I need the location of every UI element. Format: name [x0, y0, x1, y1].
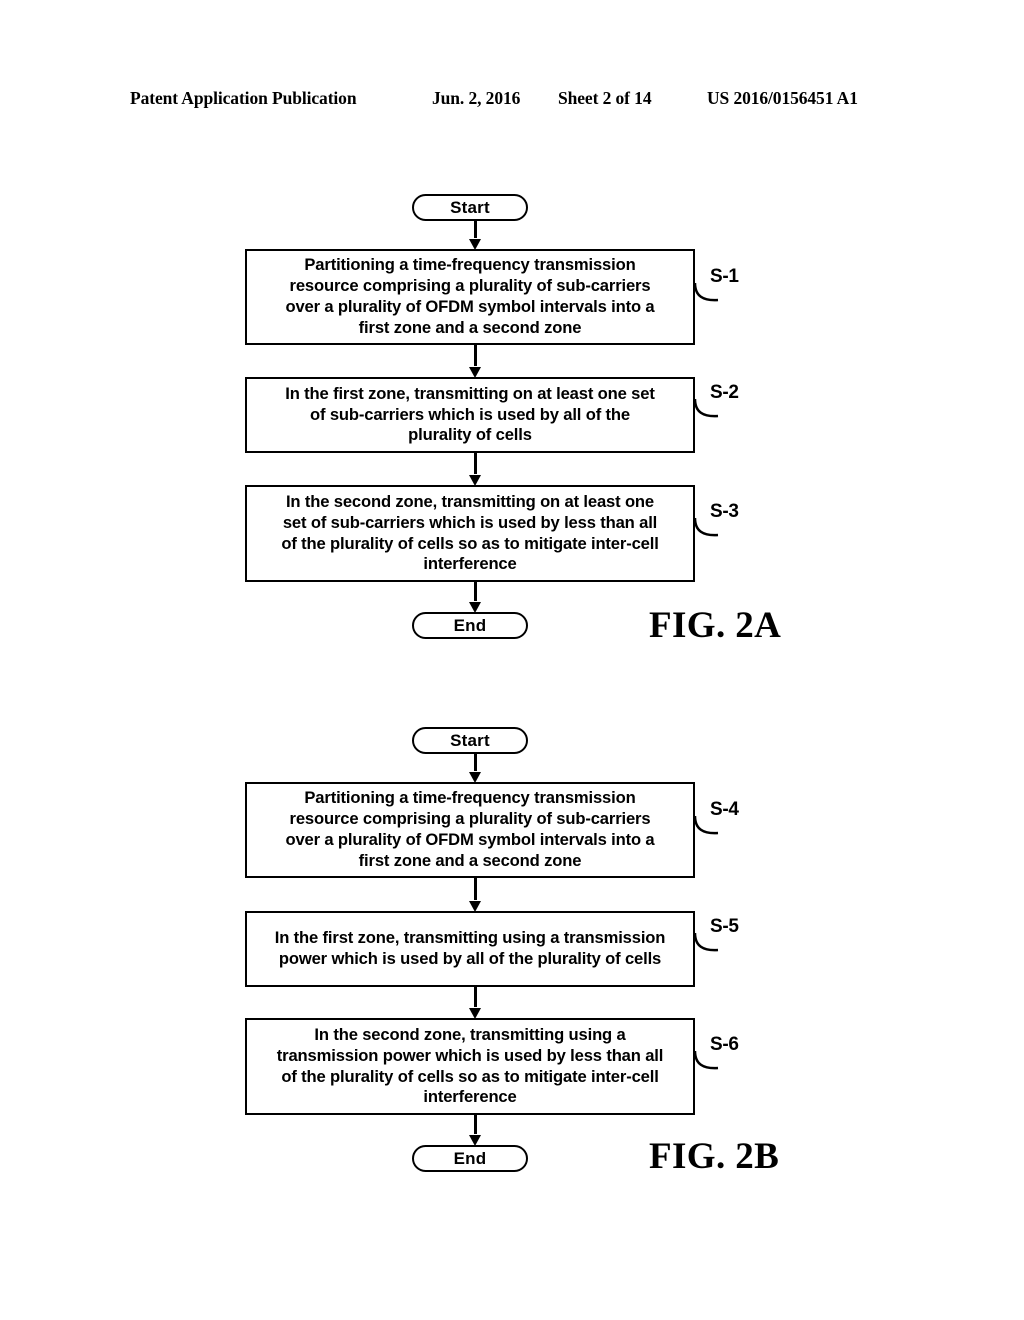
- connector-stem: [474, 582, 477, 601]
- figure-caption-2b: FIG. 2B: [649, 1136, 780, 1177]
- connector-stem: [474, 1115, 477, 1134]
- terminator-end-label: End: [453, 616, 487, 635]
- connector-stem: [474, 878, 477, 900]
- terminator-start-label: Start: [450, 198, 490, 217]
- step-reference-s-4: S-4: [710, 799, 739, 820]
- step-reference-s-2: S-2: [710, 382, 739, 403]
- terminator-end-label: End: [453, 1149, 487, 1168]
- process-box-s-2-text: In the first zone, transmitting on at le…: [285, 383, 655, 445]
- connector-step-1-to-step-2: [468, 345, 482, 378]
- terminator-end: End: [412, 612, 528, 639]
- terminator-end: End: [412, 1145, 528, 1172]
- process-box-s-1: Partitioning a time-frequency transmissi…: [245, 249, 695, 345]
- connector-stem: [474, 453, 477, 474]
- process-box-s-3: In the second zone, transmitting on at l…: [245, 485, 695, 582]
- connector-step-5-to-step-6: [468, 987, 482, 1019]
- process-box-s-6: In the second zone, transmitting using a…: [245, 1018, 695, 1115]
- connector-step-2-to-step-3: [468, 453, 482, 486]
- process-box-s-4-text: Partitioning a time-frequency transmissi…: [285, 788, 655, 870]
- step-reference-s-6: S-6: [710, 1034, 739, 1055]
- connector-stem: [474, 987, 477, 1007]
- header-document-number: US 2016/0156451 A1: [707, 88, 858, 108]
- connector-stem: [474, 221, 477, 238]
- connector-stem: [474, 754, 477, 771]
- header-publication-date: Jun. 2, 2016: [432, 88, 521, 108]
- step-reference-s-5: S-5: [710, 916, 739, 937]
- flowchart-figure-2a: Start Partitioning a time-frequency tran…: [0, 180, 1024, 660]
- process-box-s-3-text: In the second zone, transmitting on at l…: [281, 491, 659, 574]
- terminator-start: Start: [412, 194, 528, 221]
- process-box-s-5-text: In the first zone, transmitting using a …: [274, 928, 666, 968]
- flowchart-figure-2b: Start Partitioning a time-frequency tran…: [0, 713, 1024, 1198]
- connector-start-to-step-1: [468, 221, 482, 250]
- terminator-start-label: Start: [450, 731, 490, 750]
- step-reference-s-1: S-1: [710, 266, 739, 287]
- page-header: Patent Application Publication Jun. 2, 2…: [0, 88, 1024, 114]
- process-box-s-2: In the first zone, transmitting on at le…: [245, 377, 695, 453]
- connector-step-4-to-step-5: [468, 878, 482, 912]
- figure-caption-2a: FIG. 2A: [649, 605, 782, 646]
- connector-stem: [474, 345, 477, 366]
- step-reference-s-3: S-3: [710, 501, 739, 522]
- connector-step-6-to-end: [468, 1115, 482, 1146]
- header-publication-title: Patent Application Publication: [130, 88, 357, 108]
- connector-start-to-step-4: [468, 754, 482, 783]
- terminator-start: Start: [412, 727, 528, 754]
- process-box-s-5: In the first zone, transmitting using a …: [245, 911, 695, 987]
- process-box-s-1-text: Partitioning a time-frequency transmissi…: [285, 255, 655, 337]
- connector-step-3-to-end: [468, 582, 482, 613]
- process-box-s-6-text: In the second zone, transmitting using a…: [276, 1024, 664, 1107]
- header-sheet-number: Sheet 2 of 14: [558, 88, 652, 108]
- process-box-s-4: Partitioning a time-frequency transmissi…: [245, 782, 695, 878]
